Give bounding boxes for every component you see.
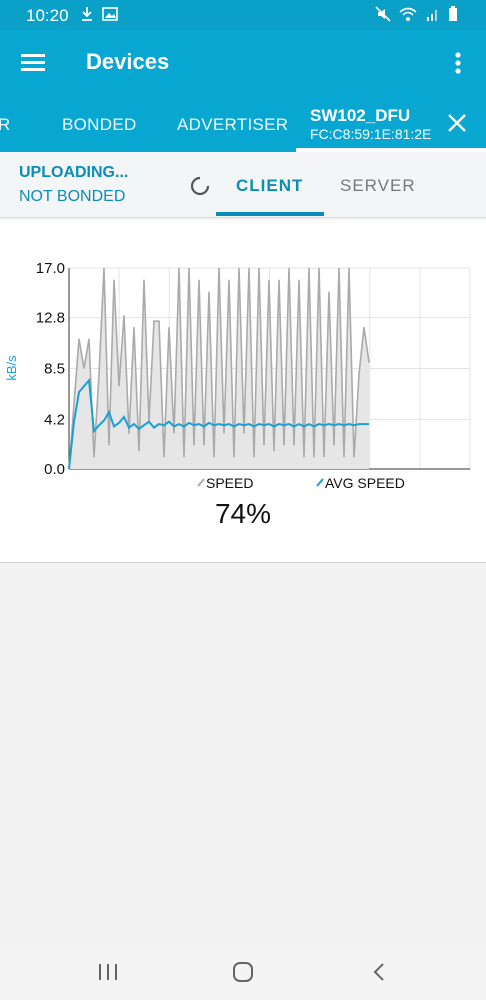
tab-server[interactable]: SERVER xyxy=(340,176,416,196)
device-tabs: R BONDED ADVERTISER SW102_DFU FC:C8:59:1… xyxy=(0,96,486,152)
y-axis-label: kB/s xyxy=(4,355,19,381)
wifi-icon xyxy=(399,7,417,21)
battery-icon xyxy=(449,5,457,21)
tab-scanner[interactable]: R xyxy=(0,115,11,135)
client-tab-indicator xyxy=(216,212,324,216)
system-nav-bar xyxy=(0,944,486,1000)
y-tick-label: 0.0 xyxy=(44,461,65,478)
home-icon[interactable] xyxy=(231,960,255,984)
dfu-speed-card: 17.0 12.8 8.5 4.2 0.0 kB/s SPEED AVG SPEED 74% xyxy=(0,220,486,563)
y-tick-label: 12.8 xyxy=(36,310,65,327)
status-bar: 10:20 xyxy=(0,0,486,30)
y-tick-label: 17.0 xyxy=(36,260,65,277)
legend-label: AVG SPEED xyxy=(325,475,405,491)
tab-bonded[interactable]: BONDED xyxy=(62,115,137,135)
status-left-icons xyxy=(80,5,122,23)
legend-swatch xyxy=(316,478,324,487)
y-tick-label: 4.2 xyxy=(44,411,65,428)
hamburger-menu-icon[interactable] xyxy=(18,48,48,78)
status-time: 10:20 xyxy=(26,6,69,25)
close-icon[interactable] xyxy=(446,112,468,134)
status-right-icons xyxy=(375,5,462,23)
speed-chart: 17.0 12.8 8.5 4.2 0.0 kB/s SPEED AVG SPEED xyxy=(4,260,471,491)
connection-bar: UPLOADING... NOT BONDED CLIENT SERVER xyxy=(0,152,486,218)
download-icon xyxy=(82,6,92,21)
app-bar: Devices xyxy=(0,30,486,96)
progress-percent: 74% xyxy=(214,498,272,529)
recent-apps-icon[interactable] xyxy=(96,960,120,984)
signal-icon xyxy=(426,9,437,21)
bond-status: NOT BONDED xyxy=(19,188,126,205)
tab-device-name: SW102_DFU xyxy=(310,106,411,125)
tab-device-mac: FC:C8:59:1E:81:2E xyxy=(310,126,432,142)
legend-swatch xyxy=(197,478,205,487)
mute-icon xyxy=(375,6,391,22)
back-icon[interactable] xyxy=(368,960,392,984)
tab-device-sw102-dfu[interactable]: SW102_DFU FC:C8:59:1E:81:2E xyxy=(296,96,486,152)
more-vert-icon[interactable] xyxy=(448,48,468,78)
y-tick-label: 8.5 xyxy=(44,361,65,378)
progress-spinner-icon xyxy=(190,176,210,196)
page-title: Devices xyxy=(86,49,170,74)
tab-advertiser[interactable]: ADVERTISER xyxy=(177,115,288,135)
tab-client[interactable]: CLIENT xyxy=(236,176,303,196)
image-icon xyxy=(102,6,119,21)
upload-status: UPLOADING... xyxy=(19,164,129,181)
legend-label: SPEED xyxy=(206,475,253,491)
